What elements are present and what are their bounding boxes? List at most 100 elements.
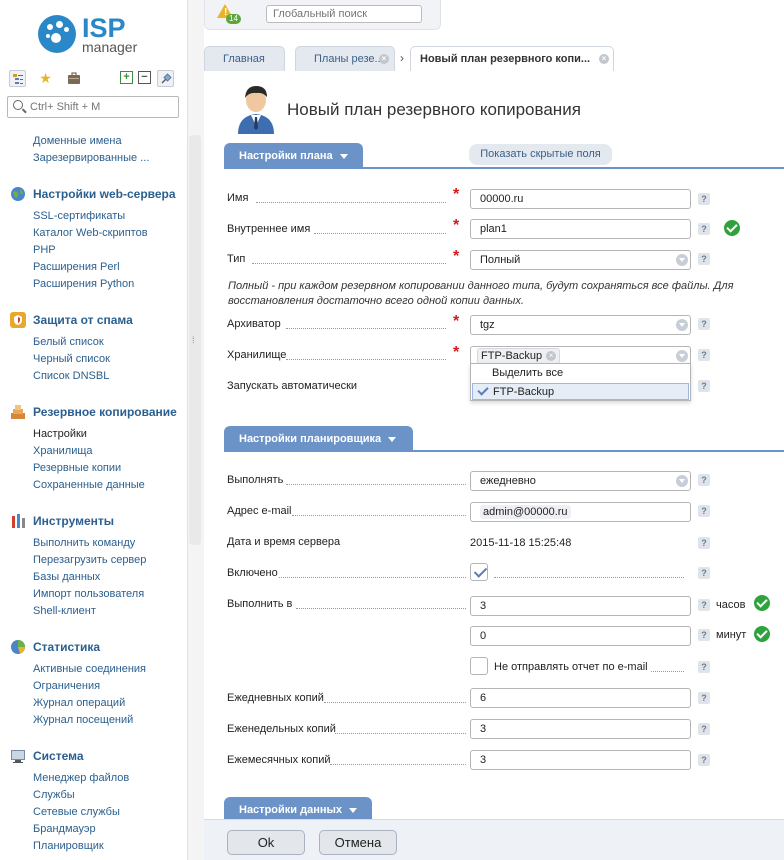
sidebar-item-reboot[interactable]: Перезагрузить сервер [33, 554, 146, 566]
tab-backup-plans[interactable]: Планы резе... × [295, 46, 395, 71]
sidebar-item-python[interactable]: Расширения Python [33, 278, 134, 290]
sidebar-item-scheduler[interactable]: Планировщик [33, 840, 104, 852]
sidebar-group-webserver[interactable]: Настройки web-сервера [10, 185, 176, 203]
sidebar-item-firewall[interactable]: Брандмауэр [33, 823, 96, 835]
name-label: Имя [227, 192, 249, 204]
help-icon[interactable]: ? [698, 661, 710, 673]
section-plan-settings[interactable]: Настройки плана [224, 143, 363, 168]
sidebar-group-stats[interactable]: Статистика [10, 638, 100, 656]
favorites-star-icon[interactable]: ★ [37, 70, 54, 87]
sidebar-search-input[interactable] [30, 99, 175, 115]
tab-bar: Главная Планы резе... × › Новый план рез… [204, 46, 784, 72]
type-select[interactable]: Полный [470, 250, 691, 270]
show-hidden-fields-button[interactable]: Показать скрытые поля [469, 144, 612, 165]
sidebar-item-domains[interactable]: Доменные имена [33, 135, 122, 147]
help-icon[interactable]: ? [698, 567, 710, 579]
help-icon[interactable]: ? [698, 754, 710, 766]
sidebar-item-databases[interactable]: Базы данных [33, 571, 100, 583]
global-search-input[interactable] [267, 6, 417, 22]
help-icon[interactable]: ? [698, 380, 710, 392]
sidebar-item-shell[interactable]: Shell-клиент [33, 605, 96, 617]
close-icon[interactable]: × [599, 54, 609, 64]
help-icon[interactable]: ? [698, 599, 710, 611]
tab-home[interactable]: Главная [204, 46, 285, 71]
sidebar-item-webscripts[interactable]: Каталог Web-скриптов [33, 227, 148, 239]
sidebar-item-limits[interactable]: Ограничения [33, 680, 100, 692]
archiver-select[interactable]: tgz [470, 315, 691, 335]
enabled-checkbox[interactable] [470, 563, 488, 581]
help-icon[interactable]: ? [698, 505, 710, 517]
storage-dropdown: Выделить все FTP-Backup [470, 363, 691, 401]
sidebar-item-reserved[interactable]: Зарезервированные ... [33, 152, 149, 164]
no-report-checkbox[interactable] [470, 657, 488, 675]
email-field[interactable]: admin@00000.ru [470, 502, 691, 522]
sidebar-item-blacklist[interactable]: Черный список [33, 353, 110, 365]
chevron-down-icon [676, 319, 688, 331]
sidebar-item-storages[interactable]: Хранилища [33, 445, 93, 457]
sidebar-group-spam[interactable]: Защита от спама [10, 311, 133, 329]
help-icon[interactable]: ? [698, 474, 710, 486]
help-icon[interactable]: ? [698, 349, 710, 361]
chevron-down-icon [339, 153, 348, 159]
sidebar-item-net-services[interactable]: Сетевые службы [33, 806, 120, 818]
section-scheduler-settings[interactable]: Настройки планировщика [224, 426, 413, 451]
tab-new-backup-plan[interactable]: Новый план резервного копи... × [410, 46, 614, 72]
minutes-field[interactable]: 0 [470, 626, 691, 646]
dotted-leader [286, 484, 466, 485]
close-icon[interactable]: × [379, 54, 389, 64]
sidebar-item-backup-settings[interactable]: Настройки [33, 428, 87, 440]
tree-view-icon[interactable] [9, 70, 26, 87]
internal-name-field[interactable]: plan1 [470, 219, 691, 239]
help-icon[interactable]: ? [698, 629, 710, 641]
sidebar-scrollbar[interactable]: ⁞ [189, 135, 201, 545]
section-divider [224, 450, 784, 452]
name-field[interactable]: 00000.ru [470, 189, 691, 209]
sidebar-item-ssl[interactable]: SSL-сертификаты [33, 210, 125, 222]
sidebar-item-visitlog[interactable]: Журнал посещений [33, 714, 133, 726]
help-icon[interactable]: ? [698, 318, 710, 330]
required-marker: * [453, 344, 460, 361]
ok-button[interactable]: Ok [227, 830, 305, 855]
run-frequency-select[interactable]: ежедневно [470, 471, 691, 491]
expand-all-icon[interactable]: + [120, 71, 133, 84]
sidebar-group-backup[interactable]: Резервное копирование [10, 403, 177, 421]
help-icon[interactable]: ? [698, 193, 710, 205]
remove-chip-icon[interactable]: × [546, 351, 557, 362]
dropdown-option-ftp-backup[interactable]: FTP-Backup [472, 383, 689, 400]
weekly-copies-field[interactable]: 3 [470, 719, 691, 739]
sidebar-item-saved-data[interactable]: Сохраненные данные [33, 479, 145, 491]
sidebar-item-connections[interactable]: Активные соединения [33, 663, 146, 675]
daily-copies-field[interactable]: 6 [470, 688, 691, 708]
global-search[interactable] [266, 5, 422, 23]
help-icon[interactable]: ? [698, 537, 710, 549]
sidebar-item-perl[interactable]: Расширения Perl [33, 261, 120, 273]
ispmanager-logo[interactable]: ISP manager [38, 13, 158, 56]
minutes-unit: минут [716, 629, 747, 641]
briefcase-icon[interactable] [65, 70, 82, 87]
sidebar-item-file-manager[interactable]: Менеджер файлов [33, 772, 129, 784]
sidebar-group-tools[interactable]: Инструменты [10, 512, 114, 530]
cancel-button[interactable]: Отмена [319, 830, 397, 855]
sidebar-item-oplog[interactable]: Журнал операций [33, 697, 125, 709]
help-icon[interactable]: ? [698, 692, 710, 704]
dropdown-option-select-all[interactable]: Выделить все [472, 365, 689, 382]
sidebar-item-dnsbl[interactable]: Список DNSBL [33, 370, 109, 382]
sidebar-item-php[interactable]: PHP [33, 244, 56, 256]
sidebar-item-whitelist[interactable]: Белый список [33, 336, 104, 348]
dotted-leader [335, 733, 466, 734]
monthly-copies-field[interactable]: 3 [470, 750, 691, 770]
hours-field[interactable]: 3 [470, 596, 691, 616]
help-icon[interactable]: ? [698, 223, 710, 235]
sidebar-search[interactable] [7, 96, 179, 118]
sidebar-item-exec-command[interactable]: Выполнить команду [33, 537, 135, 549]
notifications-icon[interactable]: ! 14 [217, 4, 241, 24]
sidebar-item-import-user[interactable]: Импорт пользователя [33, 588, 144, 600]
sidebar-item-backups[interactable]: Резервные копии [33, 462, 121, 474]
sidebar-group-system[interactable]: Система [10, 747, 84, 765]
help-icon[interactable]: ? [698, 723, 710, 735]
help-icon[interactable]: ? [698, 253, 710, 265]
chart-icon [10, 639, 26, 655]
collapse-all-icon[interactable]: − [138, 71, 151, 84]
pin-icon[interactable] [157, 70, 174, 87]
sidebar-item-services[interactable]: Службы [33, 789, 75, 801]
